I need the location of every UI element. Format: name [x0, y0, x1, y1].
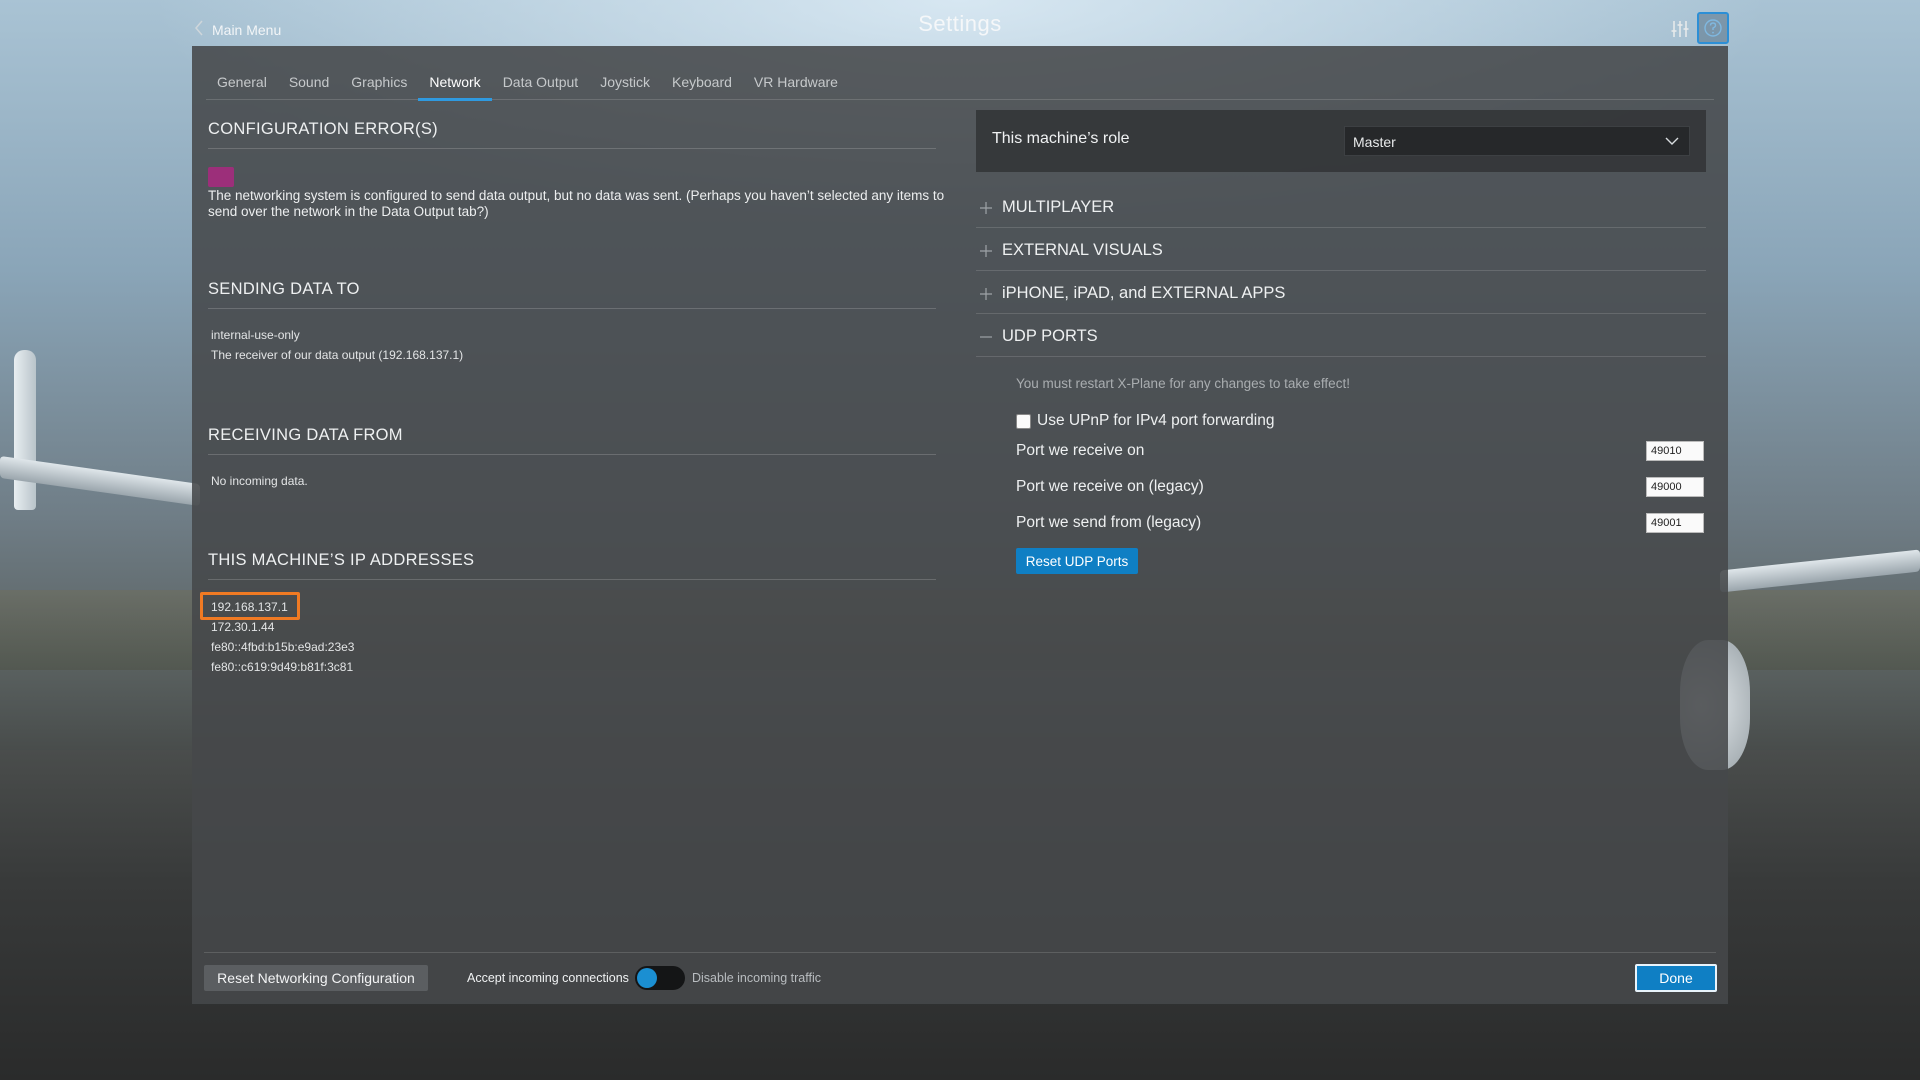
- upnp-label: Use UPnP for IPv4 port forwarding: [1037, 412, 1275, 429]
- help-icon[interactable]: [1697, 12, 1729, 44]
- machine-role-value: Master: [1353, 134, 1396, 150]
- settings-panel: General Sound Graphics Network Data Outp…: [192, 46, 1728, 1004]
- tab-graphics[interactable]: Graphics: [340, 72, 418, 100]
- accordion-iphone-ipad-apps[interactable]: iPHONE, iPAD, and EXTERNAL APPS: [976, 272, 1706, 314]
- accept-incoming-label: Accept incoming connections: [467, 971, 629, 985]
- reset-udp-ports-button[interactable]: Reset UDP Ports: [1016, 548, 1138, 574]
- disable-incoming-label: Disable incoming traffic: [692, 971, 821, 985]
- port-receive-label: Port we receive on: [1016, 442, 1145, 459]
- accordion-label: iPHONE, iPAD, and EXTERNAL APPS: [1002, 284, 1286, 302]
- top-bar: Main Menu Settings: [0, 0, 1920, 46]
- sending-description: The receiver of our data output (192.168…: [211, 348, 464, 362]
- sending-data-title: SENDING DATA TO: [208, 280, 360, 298]
- tab-general[interactable]: General: [206, 72, 278, 100]
- port-receive-legacy-label: Port we receive on (legacy): [1016, 478, 1204, 495]
- sending-destination: internal-use-only: [211, 328, 300, 342]
- upnp-checkbox-row[interactable]: Use UPnP for IPv4 port forwarding: [1016, 412, 1275, 430]
- plus-icon: [980, 202, 992, 214]
- plus-icon: [980, 288, 992, 300]
- accordion-external-visuals[interactable]: EXTERNAL VISUALS: [976, 229, 1706, 271]
- receiving-status: No incoming data.: [211, 474, 308, 488]
- sliders-icon[interactable]: [1666, 15, 1694, 43]
- receiving-data-title: RECEIVING DATA FROM: [208, 426, 403, 444]
- tab-vr-hardware[interactable]: VR Hardware: [743, 72, 849, 100]
- ip-address: 172.30.1.44: [211, 620, 275, 634]
- page-title: Settings: [918, 11, 1002, 36]
- accordion-label: UDP PORTS: [1002, 327, 1098, 345]
- tab-data-output[interactable]: Data Output: [492, 72, 590, 100]
- ip-address: fe80::4fbd:b15b:e9ad:23e3: [211, 640, 355, 654]
- footer-divider: [204, 952, 1716, 953]
- accordion-udp-ports[interactable]: UDP PORTS: [976, 315, 1706, 357]
- winglet-image: [14, 350, 36, 510]
- upnp-checkbox[interactable]: [1016, 413, 1031, 429]
- done-button[interactable]: Done: [1635, 964, 1717, 992]
- accordion-label: EXTERNAL VISUALS: [1002, 241, 1163, 259]
- port-receive-legacy-input[interactable]: [1646, 477, 1704, 497]
- port-receive-input[interactable]: [1646, 441, 1704, 461]
- port-send-legacy-label: Port we send from (legacy): [1016, 514, 1202, 531]
- chevron-down-icon: [1665, 137, 1679, 145]
- right-wing-image: [1720, 549, 1920, 593]
- restart-note: You must restart X-Plane for any changes…: [1016, 376, 1350, 391]
- port-send-legacy-input[interactable]: [1646, 513, 1704, 533]
- settings-tabs: General Sound Graphics Network Data Outp…: [206, 72, 1714, 101]
- machine-role-label: This machine’s role: [992, 130, 1130, 147]
- tab-keyboard[interactable]: Keyboard: [661, 72, 743, 100]
- toggle-knob: [637, 968, 657, 988]
- divider: [208, 454, 936, 455]
- divider: [208, 148, 936, 149]
- ip-address: fe80::c619:9d49:b81f:3c81: [211, 660, 354, 674]
- minus-icon: [980, 336, 992, 338]
- machine-role-box: This machine’s role Master: [976, 110, 1706, 172]
- ip-addresses-title: THIS MACHINE’S IP ADDRESSES: [208, 551, 475, 569]
- tab-network[interactable]: Network: [418, 72, 493, 101]
- machine-role-dropdown[interactable]: Master: [1344, 126, 1690, 156]
- config-errors-title: CONFIGURATION ERROR(S): [208, 120, 438, 138]
- reset-networking-button[interactable]: Reset Networking Configuration: [204, 965, 428, 991]
- plus-icon: [980, 245, 992, 257]
- tab-sound[interactable]: Sound: [278, 72, 340, 100]
- incoming-traffic-toggle[interactable]: [635, 966, 685, 990]
- ip-address: 192.168.137.1: [211, 600, 288, 614]
- error-color-swatch: [208, 167, 234, 187]
- tab-joystick[interactable]: Joystick: [589, 72, 661, 100]
- config-error-message: The networking system is configured to s…: [208, 188, 945, 219]
- accordion-multiplayer[interactable]: MULTIPLAYER: [976, 186, 1706, 228]
- accordion-label: MULTIPLAYER: [1002, 198, 1115, 216]
- divider: [208, 579, 936, 580]
- divider: [208, 308, 936, 309]
